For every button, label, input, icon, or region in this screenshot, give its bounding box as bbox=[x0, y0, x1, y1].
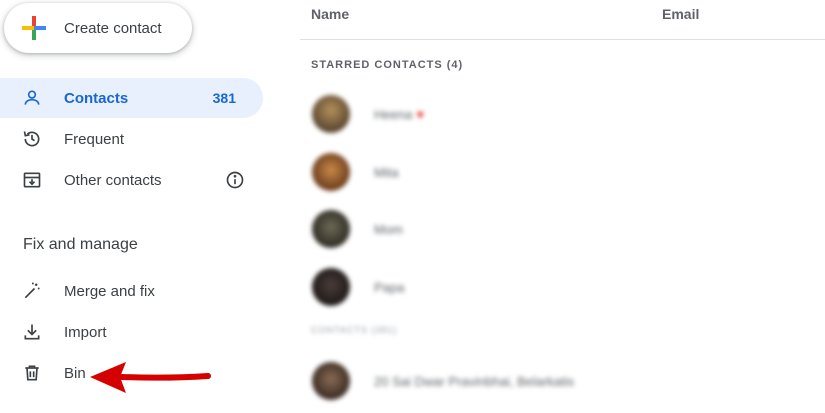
sidebar-item-label: Merge and fix bbox=[64, 282, 155, 300]
sidebar-item-contacts[interactable]: Contacts 381 bbox=[0, 78, 263, 118]
table-row[interactable]: Papa bbox=[300, 263, 825, 311]
column-header-name[interactable]: Name bbox=[311, 6, 349, 22]
table-row[interactable]: Mita bbox=[300, 148, 825, 196]
contact-name: Heena ♥ bbox=[374, 106, 425, 122]
column-header-email[interactable]: Email bbox=[662, 6, 699, 22]
contact-name: Papa bbox=[374, 279, 405, 295]
archive-download-icon bbox=[22, 170, 42, 190]
sidebar: Create contact Contacts 381 Frequent Oth… bbox=[0, 0, 290, 413]
sidebar-item-label: Bin bbox=[64, 364, 86, 382]
contact-name: 20 Sai Dwar Pravinbhai, Belarkatis bbox=[374, 373, 575, 389]
trash-icon bbox=[22, 363, 42, 383]
sidebar-item-frequent[interactable]: Frequent bbox=[0, 119, 263, 159]
info-icon[interactable] bbox=[225, 170, 245, 190]
history-icon bbox=[22, 129, 42, 149]
avatar bbox=[312, 362, 350, 400]
create-contact-label: Create contact bbox=[64, 19, 162, 37]
avatar bbox=[312, 95, 350, 133]
sidebar-item-label: Frequent bbox=[64, 130, 125, 148]
contact-list: Name Email STARRED CONTACTS (4) Heena ♥ M… bbox=[300, 0, 825, 413]
list-header: Name Email bbox=[300, 0, 825, 40]
contacts-count: 381 bbox=[212, 90, 236, 106]
sidebar-item-other-contacts[interactable]: Other contacts bbox=[0, 160, 263, 200]
annotation-arrow bbox=[90, 362, 211, 393]
download-icon bbox=[22, 322, 42, 342]
create-contact-button[interactable]: Create contact bbox=[4, 3, 192, 53]
avatar bbox=[312, 153, 350, 191]
plus-icon bbox=[22, 16, 46, 40]
magic-wand-icon bbox=[22, 281, 42, 301]
avatar bbox=[312, 268, 350, 306]
table-row[interactable]: 20 Sai Dwar Pravinbhai, Belarkatis bbox=[300, 357, 825, 405]
contact-name: Mita bbox=[374, 164, 399, 180]
contacts-section-title: CONTACTS (381) bbox=[311, 325, 398, 335]
avatar bbox=[312, 210, 350, 248]
sidebar-item-import[interactable]: Import bbox=[0, 312, 263, 352]
contact-name: Mom bbox=[374, 221, 403, 237]
sidebar-item-label: Import bbox=[64, 323, 107, 341]
person-icon bbox=[22, 88, 42, 108]
table-row[interactable]: Mom bbox=[300, 205, 825, 253]
sidebar-item-label: Contacts bbox=[64, 89, 129, 107]
sidebar-item-merge-and-fix[interactable]: Merge and fix bbox=[0, 271, 263, 311]
starred-contacts-title: STARRED CONTACTS (4) bbox=[311, 59, 464, 71]
heart-icon: ♥ bbox=[416, 106, 425, 122]
fix-and-manage-title: Fix and manage bbox=[23, 236, 138, 253]
table-row[interactable]: Heena ♥ bbox=[300, 90, 825, 138]
sidebar-item-label: Other contacts bbox=[64, 171, 162, 189]
